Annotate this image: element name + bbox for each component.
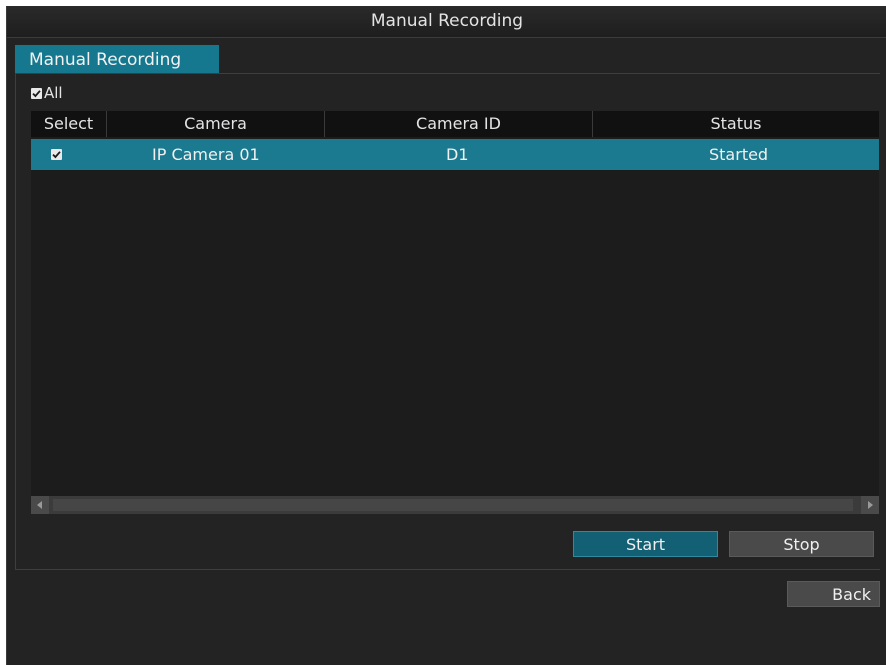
row-select-cell[interactable] [31, 139, 107, 170]
row-camera-name: IP Camera 01 [152, 145, 260, 164]
camera-table: Select Camera Camera ID Status IP Camera… [31, 111, 879, 497]
back-button[interactable]: Back [787, 581, 880, 607]
column-header-select: Select [31, 111, 107, 137]
column-header-camera-id: Camera ID [325, 111, 593, 137]
arrow-right-icon[interactable] [861, 496, 879, 514]
table-row[interactable]: IP Camera 01 D1 Started [31, 139, 879, 170]
select-all-checkbox[interactable]: All [31, 83, 63, 103]
horizontal-scrollbar[interactable] [31, 496, 879, 514]
stop-button[interactable]: Stop [729, 531, 874, 557]
select-all-label: All [44, 84, 63, 102]
arrow-left-icon[interactable] [31, 496, 49, 514]
scrollbar-thumb[interactable] [53, 499, 853, 511]
window-title: Manual Recording [7, 6, 886, 38]
start-button[interactable]: Start [573, 531, 718, 557]
column-header-status: Status [710, 114, 762, 133]
tab-manual-recording[interactable]: Manual Recording [15, 45, 219, 73]
table-header: Select Camera Camera ID Status [31, 111, 879, 137]
row-status: Started [709, 145, 769, 164]
row-camera-id: D1 [446, 145, 469, 164]
column-header-camera: Camera [107, 111, 325, 137]
checkmark-icon[interactable] [51, 149, 62, 160]
checkmark-icon[interactable] [31, 87, 42, 99]
